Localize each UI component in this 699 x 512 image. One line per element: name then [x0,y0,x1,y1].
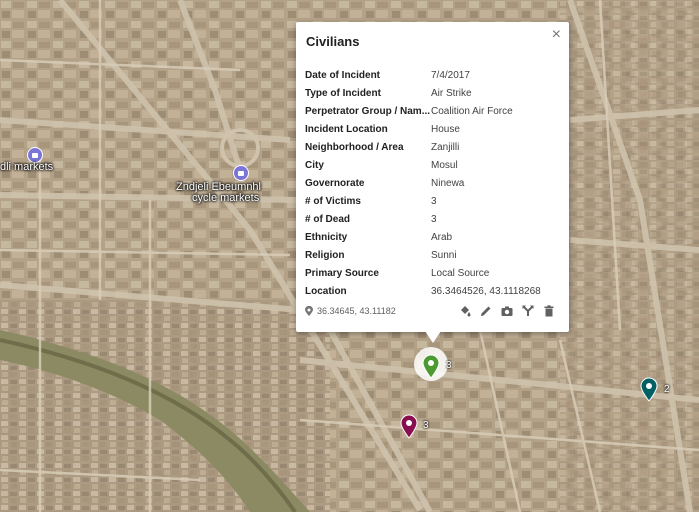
attribute-row: Incident Location House [305,120,565,138]
attribute-key: Type of Incident [305,87,381,99]
trash-icon[interactable] [543,305,555,317]
popup-toolbar [459,305,555,317]
attribute-key: Religion [305,249,345,261]
attribute-row: Date of Incident 7/4/2017 [305,66,565,84]
attribute-row: Location 36.3464526, 43.1118268 [305,282,565,300]
attribute-row: # of Victims 3 [305,192,565,210]
attribute-list: Date of Incident 7/4/2017 Type of Inciden… [305,66,565,300]
attribute-key: City [305,159,324,171]
map-label-cycle-markets: cycle markets [192,192,260,204]
marker-count-maroon: 3 [423,420,429,431]
incident-info-popup: Civilians × Date of Incident 7/4/2017 Typ… [296,22,569,332]
marker-count-teal: 2 [664,384,670,395]
attribute-key: Incident Location [305,123,388,135]
attribute-value: Ninewa [431,177,465,189]
attribute-key: Neighborhood / Area [305,141,404,153]
attribute-row: Neighborhood / Area Zanjilli [305,138,565,156]
attribute-row: Ethnicity Arab [305,228,565,246]
attribute-value: Arab [431,231,453,243]
attribute-value: Coalition Air Force [431,105,513,117]
shopping-poi-icon[interactable] [233,165,249,181]
directions-icon[interactable] [522,305,534,317]
location-pin-icon [305,306,313,316]
attribute-key: Primary Source [305,267,379,279]
attribute-value: Mosul [431,159,458,171]
attribute-row: Type of Incident Air Strike [305,84,565,102]
marker-count-green: 3 [446,360,452,371]
attribute-key: Governorate [305,177,365,189]
popup-tail [425,331,441,343]
camera-icon[interactable] [501,305,513,317]
paint-bucket-icon[interactable] [459,305,471,317]
attribute-value: Sunni [431,249,457,261]
attribute-key: Perpetrator Group / Nam... [305,105,431,117]
attribute-value: Zanjilli [431,141,460,153]
attribute-row: Governorate Ninewa [305,174,565,192]
close-icon[interactable]: × [552,27,561,43]
coordinates-text: 36.34645, 43.11182 [317,306,396,316]
pencil-icon[interactable] [480,305,492,317]
attribute-key: Location [305,285,347,297]
attribute-key: # of Dead [305,213,351,225]
attribute-row: Primary Source Local Source [305,264,565,282]
popup-footer: 36.34645, 43.11182 [305,303,555,319]
attribute-value: House [431,123,460,135]
attribute-row: # of Dead 3 [305,210,565,228]
attribute-row: Religion Sunni [305,246,565,264]
attribute-value: 7/4/2017 [431,69,470,81]
attribute-value: Air Strike [431,87,472,99]
attribute-value: 3 [431,195,437,207]
coordinates: 36.34645, 43.11182 [305,306,396,316]
attribute-key: # of Victims [305,195,361,207]
attribute-key: Date of Incident [305,69,381,81]
attribute-key: Ethnicity [305,231,348,243]
attribute-value: 3 [431,213,437,225]
attribute-row: City Mosul [305,156,565,174]
popup-title: Civilians [306,34,360,49]
attribute-row: Perpetrator Group / Nam... Coalition Air … [305,102,565,120]
attribute-value: 36.3464526, 43.1118268 [431,285,541,297]
attribute-value: Local Source [431,267,490,279]
map-label-markets-left: dli markets [0,161,54,173]
